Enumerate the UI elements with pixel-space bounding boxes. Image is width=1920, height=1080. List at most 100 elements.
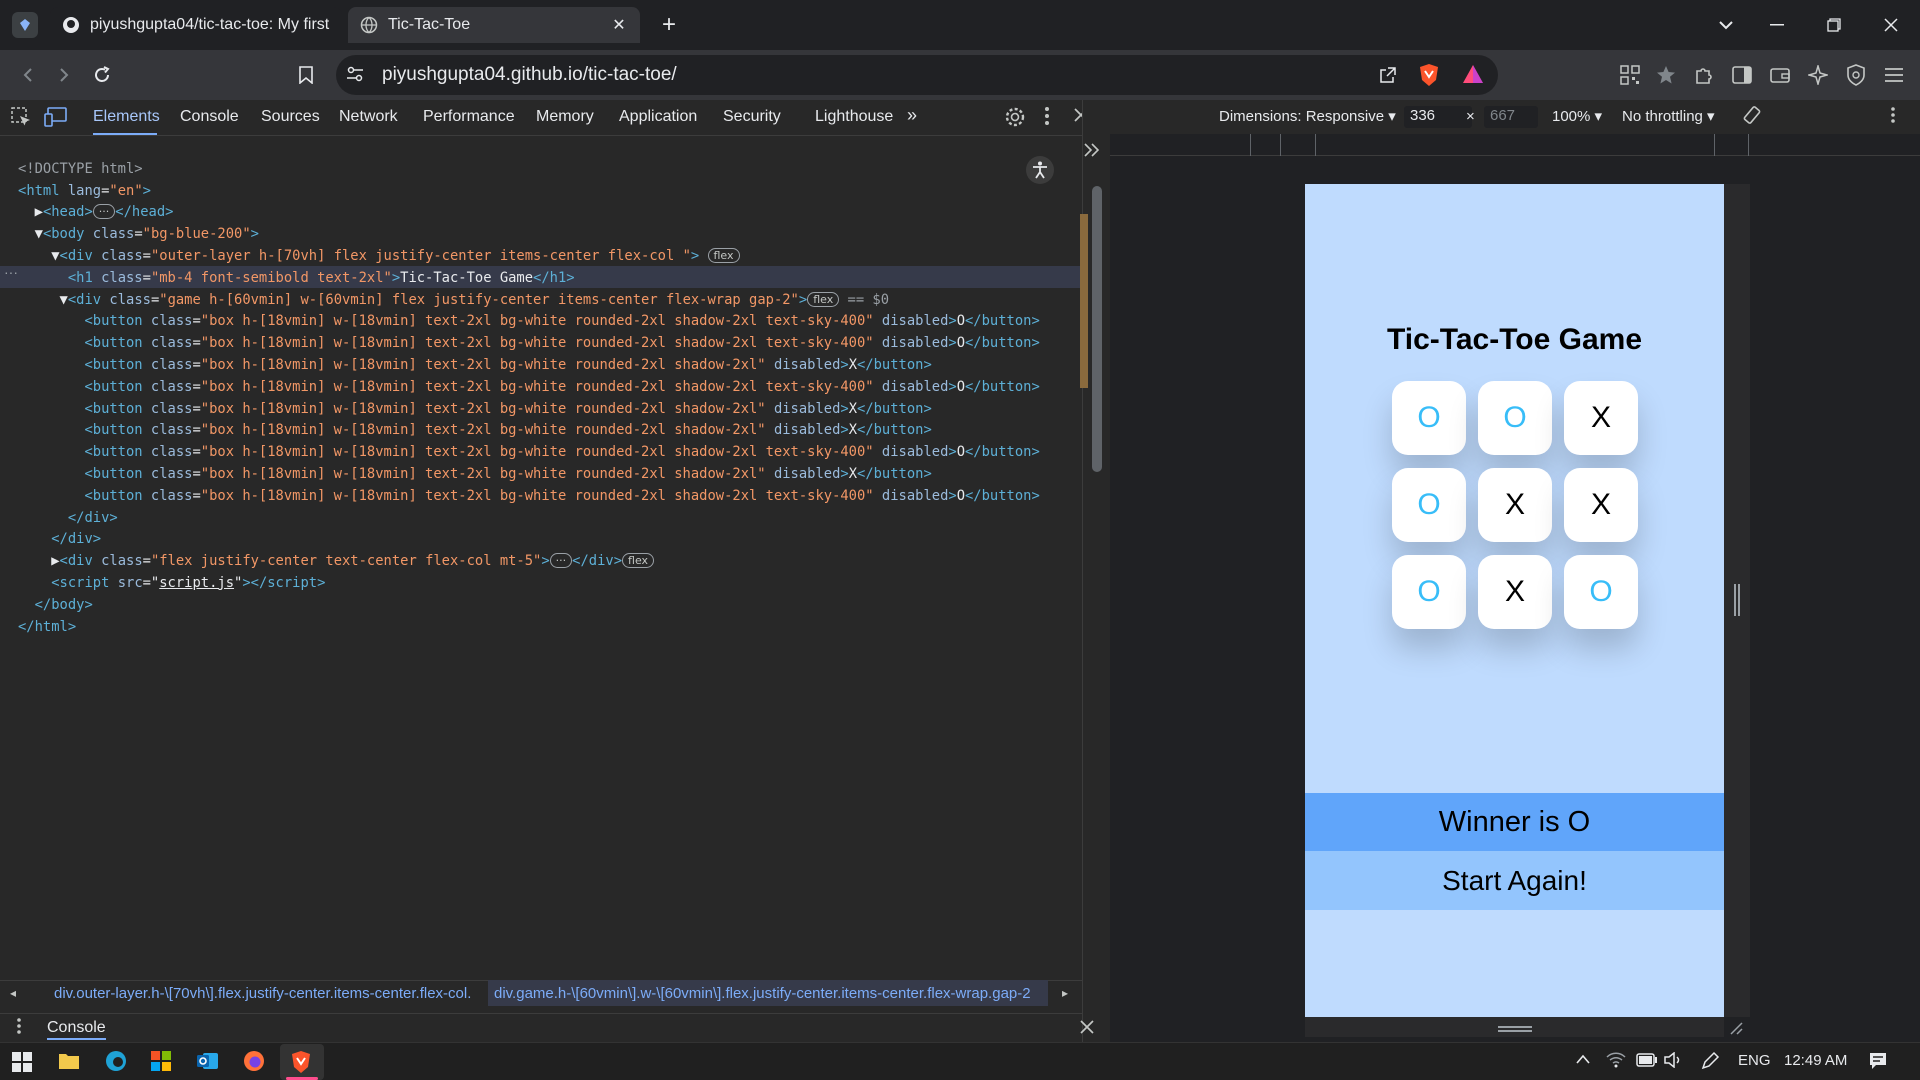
wallet-icon[interactable] [1764, 59, 1796, 91]
tab-github[interactable]: piyushgupta04/tic-tac-toe: My first t [50, 7, 342, 43]
dom-button[interactable]: <button class="box h-[18vmin] w-[18vmin]… [18, 442, 1039, 464]
dom-button[interactable]: <button class="box h-[18vmin] w-[18vmin]… [18, 377, 1039, 399]
tab-sources[interactable]: Sources [261, 108, 320, 126]
dom-body-close[interactable]: </body> [18, 595, 1040, 617]
tab-performance[interactable]: Performance [423, 108, 515, 126]
dom-outer-div-close[interactable]: </div> [18, 529, 1040, 551]
dom-html[interactable]: <html lang="en"> [18, 181, 1040, 203]
tab-tic-tac-toe[interactable]: Tic-Tac-Toe ✕ [348, 7, 640, 43]
dom-button[interactable]: <button class="box h-[18vmin] w-[18vmin]… [18, 399, 1040, 421]
sidebar-icon[interactable] [1726, 59, 1758, 91]
tray-chevron-up-icon[interactable] [1576, 1054, 1590, 1064]
tab-console[interactable]: Console [180, 108, 239, 126]
firefox-icon[interactable] [243, 1050, 265, 1072]
outlook-icon[interactable] [197, 1051, 219, 1071]
hamburger-menu-icon[interactable] [1878, 59, 1910, 91]
dom-flex-div[interactable]: ▶<div class="flex justify-center text-ce… [18, 551, 1040, 573]
brave-rewards-icon[interactable] [1462, 64, 1484, 84]
dom-doctype[interactable]: <!DOCTYPE html> [18, 159, 1040, 181]
windows-start-icon[interactable] [12, 1052, 32, 1072]
file-explorer-icon[interactable] [58, 1051, 80, 1071]
drawer-menu-icon[interactable] [16, 1017, 22, 1035]
resize-handle-right[interactable] [1734, 584, 1740, 616]
board-cell-7[interactable]: O [1392, 555, 1466, 629]
tab-elements[interactable]: Elements [93, 108, 160, 126]
edge-icon[interactable] [105, 1050, 127, 1072]
rotate-icon[interactable] [1742, 105, 1762, 125]
dom-game-div-close[interactable]: </div> [18, 508, 1040, 530]
drawer-tab-console[interactable]: Console [47, 1019, 106, 1040]
tab-network[interactable]: Network [339, 108, 398, 126]
tab-security[interactable]: Security [723, 108, 781, 126]
dom-button[interactable]: <button class="box h-[18vmin] w-[18vmin]… [18, 333, 1039, 355]
inspect-element-icon[interactable] [10, 106, 32, 128]
notifications-icon[interactable] [1868, 1051, 1888, 1071]
tab-lighthouse[interactable]: Lighthouse [815, 108, 893, 126]
extensions-puzzle-icon[interactable] [1688, 59, 1720, 91]
resize-handle-bottom[interactable] [1498, 1026, 1532, 1032]
breadcrumb-game[interactable]: div.game.h-\[60vmin\].w-\[60vmin\].flex.… [494, 985, 1042, 1002]
resize-corner-icon[interactable] [1729, 1021, 1743, 1035]
vpn-shield-icon[interactable] [1840, 59, 1872, 91]
star-icon[interactable] [1650, 59, 1682, 91]
brave-shields-icon[interactable] [1418, 63, 1440, 87]
kebab-menu-icon[interactable] [1044, 106, 1050, 126]
device-toolbar-icon[interactable] [44, 106, 68, 128]
tab-memory[interactable]: Memory [536, 108, 594, 126]
tab-application[interactable]: Application [619, 108, 697, 126]
minimize-icon[interactable] [1764, 12, 1790, 38]
back-arrow-icon[interactable] [12, 59, 44, 91]
start-again-button[interactable]: Start Again! [1305, 851, 1724, 910]
dom-body[interactable]: ▼<body class="bg-blue-200"> [18, 224, 1040, 246]
new-tab-plus-icon[interactable]: + [656, 11, 682, 38]
leo-ai-icon[interactable] [1802, 59, 1834, 91]
dom-html-close[interactable]: </html> [18, 617, 1040, 639]
close-window-icon[interactable] [1878, 12, 1904, 38]
pen-icon[interactable] [1700, 1051, 1720, 1071]
store-icon[interactable] [151, 1051, 171, 1071]
volume-icon[interactable] [1664, 1052, 1684, 1068]
board-cell-1[interactable]: O [1392, 381, 1466, 455]
height-input[interactable]: 667 [1484, 106, 1538, 128]
forward-arrow-icon[interactable] [48, 59, 80, 91]
board-cell-4[interactable]: O [1392, 468, 1466, 542]
close-tab-icon[interactable]: ✕ [610, 16, 628, 34]
close-drawer-icon[interactable] [1080, 1020, 1094, 1034]
wifi-icon[interactable] [1606, 1052, 1626, 1068]
battery-icon[interactable] [1636, 1053, 1658, 1067]
share-icon[interactable] [1372, 59, 1404, 91]
dom-outer-div[interactable]: ▼<div class="outer-layer h-[70vh] flex j… [18, 246, 1040, 268]
site-info-icon[interactable] [346, 66, 364, 82]
dom-script[interactable]: <script src="script.js"></script> [18, 573, 1040, 595]
dom-button[interactable]: <button class="box h-[18vmin] w-[18vmin]… [18, 355, 1040, 377]
dom-button[interactable]: <button class="box h-[18vmin] w-[18vmin]… [18, 420, 1040, 442]
board-cell-8[interactable]: X [1478, 555, 1552, 629]
dom-head[interactable]: ▶<head> ··· </head> [18, 202, 1040, 224]
breadcrumb-scroll-left-icon[interactable]: ◂ [10, 986, 16, 1000]
width-input[interactable]: 336 [1404, 106, 1472, 128]
settings-gear-icon[interactable] [1004, 106, 1026, 128]
zoom-select[interactable]: 100% ▾ [1552, 107, 1602, 125]
brave-taskbar-icon[interactable] [290, 1050, 312, 1074]
dom-button[interactable]: <button class="box h-[18vmin] w-[18vmin]… [18, 486, 1039, 508]
language-indicator[interactable]: ENG [1738, 1052, 1771, 1069]
url-text[interactable]: piyushgupta04.github.io/tic-tac-toe/ [382, 64, 677, 86]
bookmark-icon[interactable] [290, 59, 322, 91]
brave-menu-icon[interactable] [12, 12, 38, 38]
reload-icon[interactable] [86, 59, 118, 91]
board-cell-2[interactable]: O [1478, 381, 1552, 455]
board-cell-5[interactable]: X [1478, 468, 1552, 542]
tab-search-chevron-icon[interactable] [1713, 12, 1739, 38]
breadcrumb-scroll-right-icon[interactable]: ▸ [1062, 986, 1068, 1000]
expand-sidebar-chevron-icon[interactable] [1083, 142, 1101, 158]
dimensions-select[interactable]: Dimensions: Responsive ▾ [1219, 107, 1396, 125]
breadcrumb-outer-layer[interactable]: div.outer-layer.h-\[70vh\].flex.justify-… [54, 985, 471, 1002]
device-toolbar-more-icon[interactable] [1890, 106, 1896, 124]
board-cell-3[interactable]: X [1564, 381, 1638, 455]
clock[interactable]: 12:49 AM [1784, 1052, 1847, 1069]
devtools-scrollbar-thumb[interactable] [1092, 186, 1102, 472]
restore-icon[interactable] [1821, 12, 1847, 38]
dom-button[interactable]: <button class="box h-[18vmin] w-[18vmin]… [18, 311, 1039, 333]
dom-game-div[interactable]: ▼<div class="game h-[60vmin] w-[60vmin] … [18, 290, 1040, 312]
board-cell-6[interactable]: X [1564, 468, 1638, 542]
